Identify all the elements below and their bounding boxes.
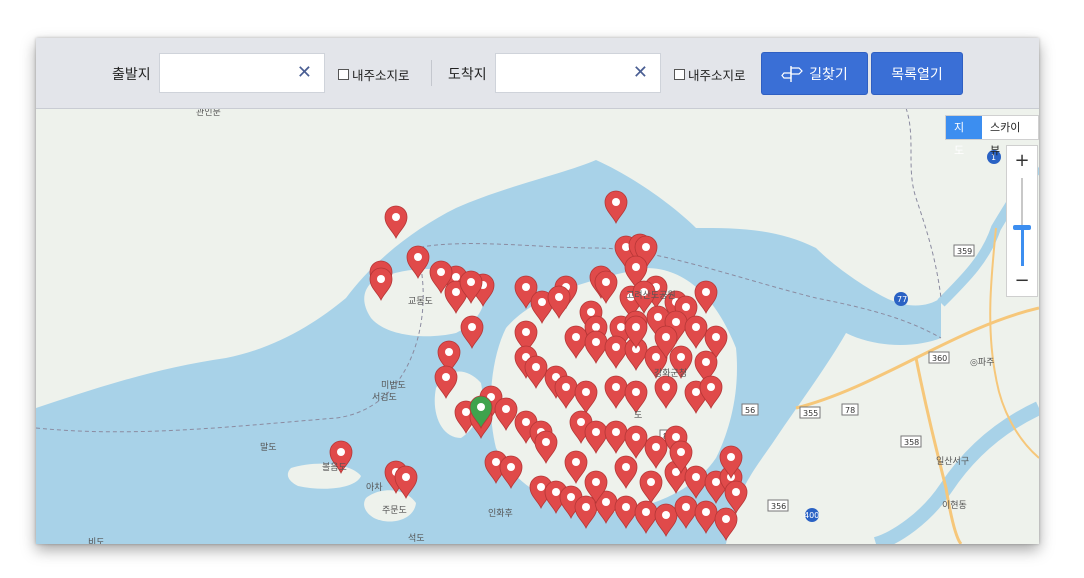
place-label: 인화후 [488, 509, 513, 519]
svg-text:355: 355 [803, 409, 818, 418]
map-type-map[interactable]: 지도 [946, 116, 982, 157]
place-label: 주문도 [382, 506, 407, 516]
place-label: 도 [634, 411, 643, 421]
list-button[interactable]: 목록열기 [871, 52, 963, 95]
start-field: ✕ [159, 53, 325, 93]
zoom-slider-handle[interactable] [1013, 225, 1031, 230]
route-button[interactable]: 길찾기 [761, 52, 868, 95]
svg-text:356: 356 [771, 502, 786, 511]
signpost-icon [781, 65, 804, 82]
route-search-bar: 출발지 ✕ 내주소지로 도착지 ✕ 내주소지로 길찾기 목록열기 [36, 38, 1039, 109]
place-label: 석도 [408, 534, 425, 544]
place-label: 교동도 [408, 297, 433, 307]
map-type-skyview[interactable]: 스카이뷰 [982, 116, 1038, 157]
divider [431, 60, 432, 86]
map-area[interactable]: 359 360 355 78 56 84 358 356 77 400 1 관인… [36, 108, 1039, 544]
map-canvas[interactable]: 359 360 355 78 56 84 358 356 77 400 1 [36, 108, 1039, 544]
place-label: 관인문 [196, 108, 221, 118]
map-type-toggle: 지도 스카이뷰 [945, 115, 1039, 157]
svg-text:78: 78 [845, 406, 855, 415]
end-label: 도착지 [448, 67, 487, 83]
place-label: 이현동 [942, 501, 967, 511]
end-clear-icon[interactable]: ✕ [633, 63, 648, 83]
start-own-address-label: 내주소지로 [352, 68, 410, 83]
place-label: 강화군청 [654, 369, 688, 379]
svg-text:359: 359 [957, 247, 972, 256]
end-input[interactable] [496, 54, 646, 92]
zoom-control: + − [1006, 145, 1038, 297]
place-label: 고려산도공원 [626, 291, 676, 301]
svg-text:400: 400 [804, 511, 819, 520]
place-label: 서검도 [372, 393, 397, 403]
svg-text:77: 77 [897, 295, 907, 304]
start-own-address-checkbox[interactable]: 내주소지로 [338, 65, 410, 84]
start-label: 출발지 [112, 67, 151, 83]
place-label: 말도 [260, 443, 277, 453]
map-service-frame: 출발지 ✕ 내주소지로 도착지 ✕ 내주소지로 길찾기 목록열기 359 360… [36, 38, 1039, 544]
route-button-label: 길찾기 [809, 66, 848, 83]
place-label: 일산서구 [936, 457, 970, 467]
svg-text:56: 56 [745, 406, 755, 415]
svg-text:358: 358 [904, 438, 919, 447]
zoom-in-button[interactable]: + [1007, 148, 1037, 174]
start-input[interactable] [160, 54, 310, 92]
place-label: ◎파주 [970, 358, 995, 368]
svg-text:360: 360 [932, 354, 947, 363]
checkbox-icon[interactable] [338, 69, 349, 80]
end-own-address-label: 내주소지로 [688, 68, 746, 83]
place-label: 아차 [366, 483, 383, 493]
zoom-slider-fill [1021, 226, 1024, 266]
list-button-label: 목록열기 [891, 66, 943, 83]
place-label: 볼음도 [322, 463, 347, 473]
start-clear-icon[interactable]: ✕ [297, 63, 312, 83]
end-field: ✕ [495, 53, 661, 93]
place-label: 비도 [88, 538, 105, 544]
checkbox-icon[interactable] [674, 69, 685, 80]
end-own-address-checkbox[interactable]: 내주소지로 [674, 65, 746, 84]
zoom-out-button[interactable]: − [1007, 268, 1037, 294]
